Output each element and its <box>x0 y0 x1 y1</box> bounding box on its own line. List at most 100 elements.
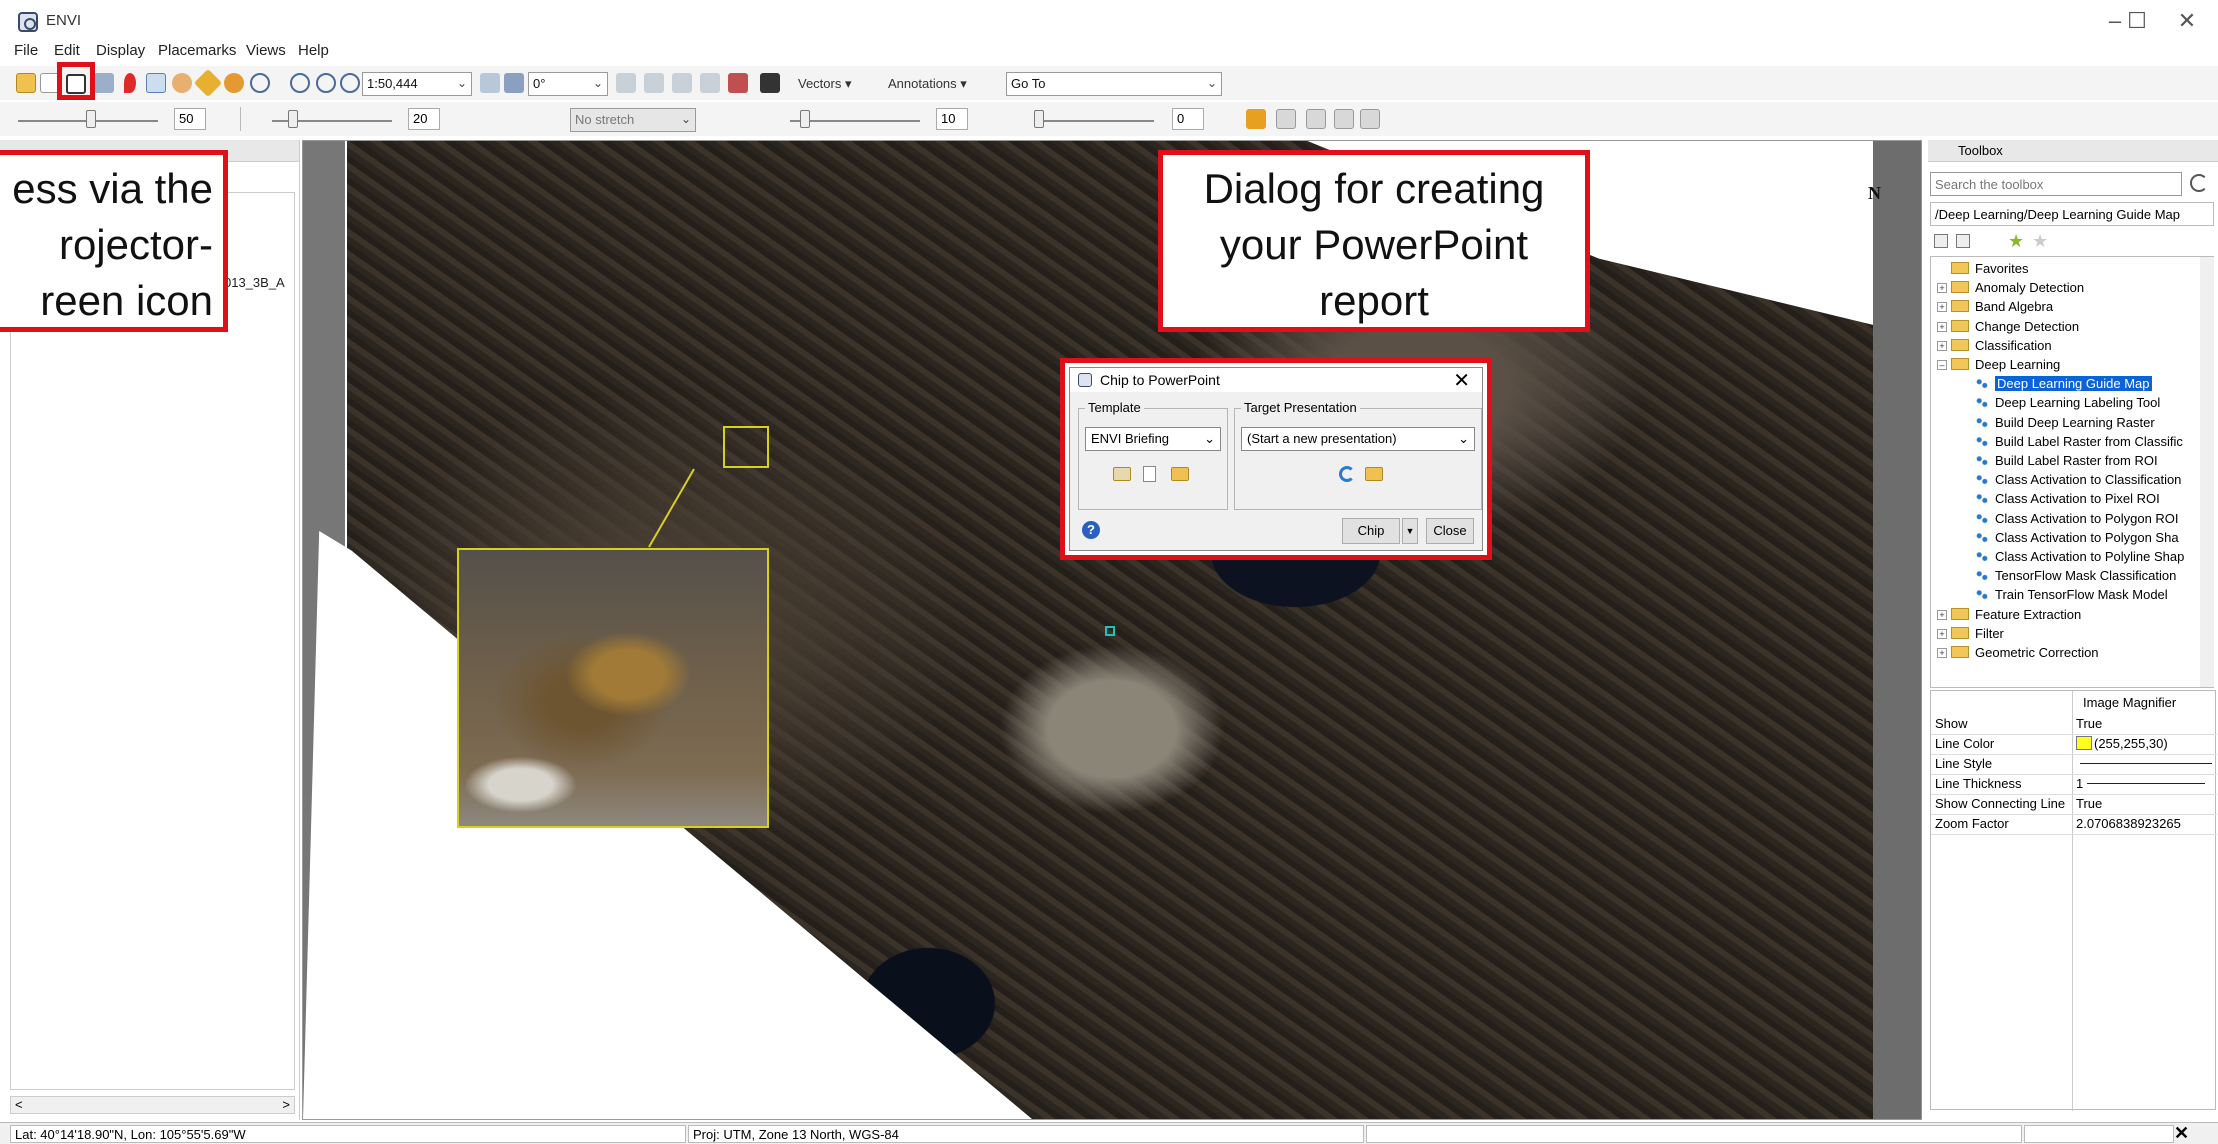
scale-combo[interactable]: 1:50,444 ⌄ <box>362 72 472 96</box>
close-window-button[interactable]: ✕ <box>2172 6 2202 36</box>
goto-combo[interactable]: Go To ⌄ <box>1006 72 1222 96</box>
image-magnifier[interactable] <box>457 548 769 828</box>
property-value[interactable]: 2.0706838923265 <box>2076 816 2181 831</box>
sharpen-value[interactable]: 10 <box>936 108 968 130</box>
maximize-button[interactable]: ☐ <box>2122 6 2152 36</box>
rotate-left-icon[interactable] <box>480 73 500 93</box>
toolbox-search-input[interactable]: Search the toolbox <box>1930 172 2182 196</box>
collapse-all-icon[interactable] <box>1934 234 1948 248</box>
expand-icon[interactable]: + <box>1937 648 1947 658</box>
toolbox-tree-item[interactable]: + Classification <box>1937 338 2052 356</box>
contrast-slider-thumb[interactable] <box>288 110 298 128</box>
layout-2-icon[interactable] <box>1306 109 1326 129</box>
menu-help[interactable]: Help <box>298 42 329 59</box>
zoom-out-icon[interactable] <box>316 73 336 93</box>
property-row[interactable]: Line Style <box>1931 753 2217 775</box>
menu-edit[interactable]: Edit <box>54 42 80 59</box>
fly-icon[interactable] <box>193 68 223 98</box>
new-template-icon[interactable] <box>1143 466 1156 482</box>
toolbox-tree-item[interactable]: + Change Detection <box>1937 319 2079 337</box>
property-row[interactable]: Show True <box>1931 713 2217 735</box>
property-row[interactable]: Show Connecting Line True <box>1931 793 2217 815</box>
annotations-menu[interactable]: Annotations ▾ <box>888 76 967 92</box>
dialog-close-icon[interactable]: ✕ <box>1453 368 1470 393</box>
cursor-value-icon[interactable] <box>644 73 664 93</box>
expand-icon[interactable]: + <box>1937 283 1947 294</box>
image-view[interactable]: N <box>302 140 1922 1120</box>
toolbox-tree-item[interactable]: Build Deep Learning Raster <box>1975 415 2155 433</box>
layout-3-icon[interactable] <box>1334 109 1354 129</box>
placemark-icon[interactable] <box>124 73 136 93</box>
target-presentation-combo[interactable]: (Start a new presentation) ⌄ <box>1241 427 1475 451</box>
toolbox-refresh-icon[interactable] <box>2190 174 2208 192</box>
crosshair-icon[interactable] <box>616 73 636 93</box>
toolbox-tree-item[interactable]: + Feature Extraction <box>1937 607 2081 625</box>
toolbox-tree-item[interactable]: Build Label Raster from Classific <box>1975 434 2183 452</box>
edit-template-icon[interactable] <box>1113 467 1131 481</box>
expand-icon[interactable]: + <box>1937 340 1947 351</box>
menu-file[interactable]: File <box>14 42 38 59</box>
expand-icon[interactable]: + <box>1937 302 1947 313</box>
scroll-left-icon[interactable]: < <box>15 1097 23 1112</box>
layer-icon[interactable] <box>94 73 114 93</box>
measure-icon[interactable] <box>700 73 720 93</box>
expand-icon[interactable]: + <box>1937 609 1947 620</box>
cancel-process-icon[interactable]: ✕ <box>2174 1123 2189 1144</box>
brightness-value[interactable]: 50 <box>174 108 206 130</box>
property-value[interactable]: 1 <box>2076 776 2206 791</box>
toolbox-tree-item[interactable]: Class Activation to Pixel ROI <box>1975 491 2160 509</box>
toolbox-tree-item[interactable]: Class Activation to Polyline Shap <box>1975 549 2184 567</box>
toolbox-tree-item[interactable]: + Filter <box>1937 626 2004 644</box>
magnifier-source-box[interactable] <box>723 426 769 468</box>
toolbox-tree-item[interactable]: Class Activation to Polygon Sha <box>1975 530 2179 548</box>
chip-button[interactable]: Chip <box>1342 518 1400 544</box>
toolbox-vertical-scrollbar[interactable] <box>2200 257 2214 687</box>
open-presentation-icon[interactable] <box>1365 467 1383 481</box>
layout-icon[interactable] <box>1276 109 1296 129</box>
toolbox-tree-item[interactable]: Train TensorFlow Mask Model <box>1975 587 2168 605</box>
toolbox-tree-item[interactable]: Class Activation to Polygon ROI <box>1975 511 2179 529</box>
toolbox-tree-item[interactable]: + Band Algebra <box>1937 299 2053 317</box>
collapse-icon[interactable]: – <box>1937 360 1947 370</box>
open-template-icon[interactable] <box>1171 467 1189 481</box>
rotate-right-icon[interactable] <box>504 73 524 93</box>
portal-icon[interactable] <box>728 73 748 93</box>
toolbox-tree-item[interactable]: Class Activation to Classification <box>1975 472 2181 490</box>
menu-views[interactable]: Views <box>246 42 286 59</box>
toolbox-tree-item[interactable]: + Anomaly Detection <box>1937 280 2084 298</box>
template-combo[interactable]: ENVI Briefing ⌄ <box>1085 427 1221 451</box>
transparency-value[interactable]: 0 <box>1172 108 1204 130</box>
toolbox-tree-item[interactable]: +Favorites <box>1937 261 2028 279</box>
zoom-in-icon[interactable] <box>290 73 310 93</box>
layer-horizontal-scrollbar[interactable]: < > <box>10 1096 295 1114</box>
select-icon[interactable] <box>146 73 166 93</box>
open-file-icon[interactable] <box>16 73 36 93</box>
toolbox-tree-item[interactable]: + Geometric Correction <box>1937 645 2099 663</box>
property-value[interactable]: (255,255,30) <box>2076 736 2168 751</box>
expand-icon[interactable]: + <box>1937 321 1947 332</box>
toolbox-tree-item[interactable]: TensorFlow Mask Classification <box>1975 568 2176 586</box>
vectors-menu[interactable]: Vectors ▾ <box>798 76 852 92</box>
menu-placemarks[interactable]: Placemarks <box>158 42 236 59</box>
view-blend-icon[interactable] <box>760 73 780 93</box>
toolbox-tree[interactable]: +Favorites+Anomaly Detection+Band Algebr… <box>1930 256 2214 688</box>
chip-options-dropdown[interactable]: ▼ <box>1402 518 1418 544</box>
zoom-icon[interactable] <box>250 73 270 93</box>
zoom-full-icon[interactable] <box>340 73 360 93</box>
stretch-combo[interactable]: No stretch ⌄ <box>570 108 696 132</box>
property-value[interactable] <box>2076 756 2212 771</box>
toolbox-tree-item[interactable]: Deep Learning Guide Map <box>1975 376 2152 394</box>
contrast-value[interactable]: 20 <box>408 108 440 130</box>
property-row[interactable]: Line Color (255,255,30) <box>1931 733 2217 755</box>
rotate-icon[interactable] <box>224 73 244 93</box>
refresh-icon[interactable] <box>1339 466 1355 482</box>
close-button[interactable]: Close <box>1426 518 1474 544</box>
layer-name[interactable]: 013_3B_A <box>224 275 285 290</box>
toolbox-tree-item[interactable]: – Deep Learning <box>1937 357 2060 375</box>
help-icon[interactable]: ? <box>1082 521 1100 539</box>
menu-display[interactable]: Display <box>96 42 145 59</box>
expand-all-icon[interactable] <box>1956 234 1970 248</box>
property-value[interactable]: True <box>2076 796 2102 811</box>
color-swatch[interactable] <box>2076 736 2092 750</box>
transparency-slider-thumb[interactable] <box>1034 110 1044 128</box>
